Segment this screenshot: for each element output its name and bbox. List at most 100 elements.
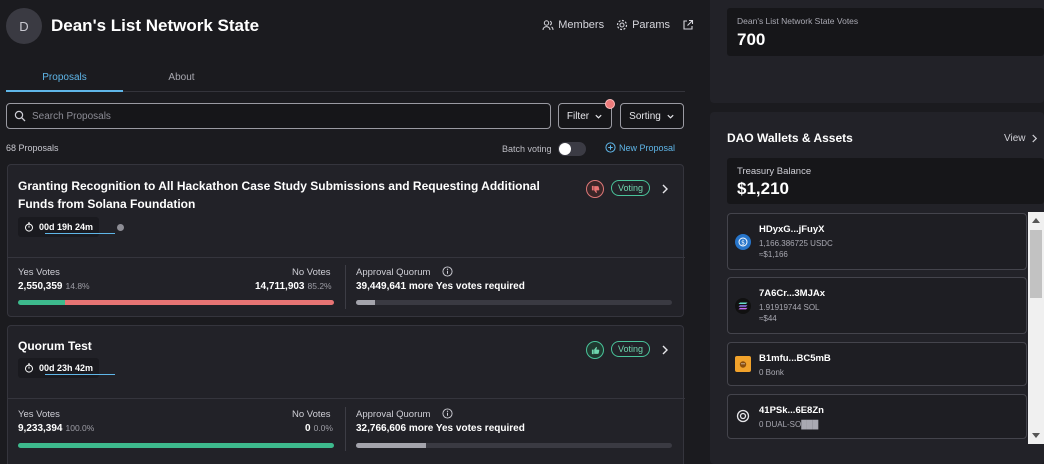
thumbs-down-icon <box>586 180 604 198</box>
yes-votes-bar <box>18 443 334 448</box>
no-votes-label: No Votes <box>292 409 331 420</box>
vote-split-bar <box>18 443 334 448</box>
no-votes-value: 14,711,903 85.2% <box>255 281 332 292</box>
treasury-card: Treasury Balance $1,210 <box>727 158 1044 204</box>
wallet-asset-item[interactable]: 7A6Cr...3MJAx 1.91919744 SOL ≈$44 <box>727 277 1027 334</box>
yes-votes-label: Yes Votes <box>18 267 60 278</box>
approval-quorum-label: Approval Quorum <box>356 267 431 278</box>
no-votes-percent: 85.2% <box>307 281 332 291</box>
yes-votes-percent: 14.8% <box>65 281 90 291</box>
toggle-knob <box>558 143 571 155</box>
yes-votes-value: 9,233,394 100.0% <box>18 423 94 434</box>
filter-button[interactable]: Filter <box>558 99 615 129</box>
proposal-count: 68 Proposals <box>6 143 59 153</box>
search-input[interactable] <box>32 110 532 122</box>
column-divider <box>345 407 346 451</box>
view-wallets-button[interactable]: View <box>1004 133 1038 144</box>
dual-icon <box>735 408 751 424</box>
external-link-icon <box>683 19 694 30</box>
wallet-asset-item[interactable]: $ HDyxG...jFuyX 1,166.386725 USDC ≈$1,16… <box>727 213 1027 270</box>
asset-wallet-name: B1mfu...BC5mB <box>759 353 831 364</box>
no-votes-count: 0 <box>305 423 311 434</box>
no-votes-percent: 0.0% <box>313 423 333 433</box>
assets-scrollbar[interactable] <box>1028 212 1044 444</box>
asset-wallet-name: 41PSk...6E8Zn <box>759 405 824 416</box>
no-votes-value: 0 0.0% <box>305 423 333 434</box>
treasury-value: $1,210 <box>737 179 789 198</box>
wallets-panel: DAO Wallets & Assets View Treasury Balan… <box>710 112 1044 464</box>
stopwatch-icon <box>25 363 33 373</box>
countdown-timer: 00d 19h 24m <box>18 217 115 237</box>
proposal-title-line: Granting Recognition to All Hackathon Ca… <box>18 179 540 193</box>
votes-panel: Dean's List Network State Votes 700 <box>710 0 1044 103</box>
countdown-timer: 00d 23h 42m <box>18 358 115 378</box>
vote-split-bar <box>18 300 334 305</box>
new-proposal-button[interactable]: New Proposal <box>605 142 675 153</box>
search-icon <box>14 110 26 122</box>
scroll-up-arrow-icon[interactable] <box>1032 218 1040 223</box>
sorting-label: Sorting <box>629 110 661 122</box>
asset-amount: 0 DUAL-SO███ <box>759 420 819 429</box>
sidebar: Dean's List Network State Votes 700 DAO … <box>710 0 1044 464</box>
chevron-down-icon <box>595 114 602 119</box>
yes-votes-label: Yes Votes <box>18 409 60 420</box>
usdc-icon: $ <box>735 234 751 250</box>
no-votes-label: No Votes <box>292 267 331 278</box>
wallets-title: DAO Wallets & Assets <box>727 131 853 145</box>
proposal-tabs: Proposals About <box>6 66 685 92</box>
yes-votes-value: 2,550,359 14.8% <box>18 281 90 292</box>
batch-voting-toggle[interactable] <box>557 142 586 156</box>
dao-avatar: D <box>6 8 42 44</box>
no-votes-bar <box>64 300 334 305</box>
main-panel: D Dean's List Network State Members Para… <box>0 0 700 464</box>
quorum-progress-fill <box>356 443 426 448</box>
quorum-progress-bar <box>356 300 672 305</box>
params-button[interactable]: Params <box>616 19 670 31</box>
yes-votes-count: 2,550,359 <box>18 281 63 292</box>
scroll-thumb[interactable] <box>1030 230 1042 298</box>
info-icon[interactable] <box>442 266 453 277</box>
tab-about[interactable]: About <box>123 72 240 83</box>
members-button[interactable]: Members <box>542 19 604 31</box>
asset-amount: 1.91919744 SOL <box>759 303 820 312</box>
view-label: View <box>1004 133 1026 144</box>
votes-card: Dean's List Network State Votes 700 <box>727 8 1044 56</box>
external-link-button[interactable] <box>682 19 694 31</box>
params-label: Params <box>632 19 670 31</box>
asset-wallet-name: 7A6Cr...3MJAx <box>759 288 826 299</box>
batch-voting: Batch voting <box>502 142 586 156</box>
proposal-title-line: Funds from Solana Foundation <box>18 197 196 211</box>
header-actions: Members Params <box>542 19 694 31</box>
proposal-card[interactable]: Quorum Test Voting 00d 23h 42m Yes Votes… <box>7 325 685 464</box>
timer-progress <box>45 233 115 234</box>
proposal-card[interactable]: Granting Recognition to All Hackathon Ca… <box>7 164 685 317</box>
asset-wallet-name: HDyxG...jFuyX <box>759 224 825 235</box>
chevron-right-icon[interactable] <box>661 345 669 355</box>
quorum-remaining: 32,766,606 more Yes votes required <box>356 423 525 434</box>
timer-value: 00d 23h 42m <box>39 363 94 373</box>
chevron-right-icon[interactable] <box>661 184 669 194</box>
tab-proposals[interactable]: Proposals <box>6 72 123 83</box>
sorting-button[interactable]: Sorting <box>620 103 684 129</box>
no-votes-count: 14,711,903 <box>255 281 305 292</box>
scroll-down-arrow-icon[interactable] <box>1032 433 1040 438</box>
gear-icon <box>616 19 628 31</box>
plus-circle-icon <box>605 142 616 153</box>
new-proposal-label: New Proposal <box>619 142 676 153</box>
wallet-asset-item[interactable]: B1mfu...BC5mB 0 Bonk <box>727 342 1027 386</box>
bonk-icon <box>735 356 751 372</box>
asset-usd-value: ≈$1,166 <box>759 250 788 259</box>
filter-active-badge <box>605 99 615 109</box>
asset-usd-value: ≈$44 <box>759 314 777 323</box>
info-icon[interactable] <box>442 408 453 419</box>
wallet-asset-item[interactable]: 41PSk...6E8Zn 0 DUAL-SO███ <box>727 394 1027 439</box>
yes-votes-bar <box>18 300 65 305</box>
page-title: Dean's List Network State <box>51 16 260 35</box>
proposal-title: Granting Recognition to All Hackathon Ca… <box>18 177 540 213</box>
info-icon[interactable] <box>117 224 124 231</box>
column-divider <box>345 265 346 309</box>
proposal-title: Quorum Test <box>18 337 92 355</box>
solana-icon <box>735 298 751 314</box>
dao-header: D Dean's List Network State Members Para… <box>6 6 696 46</box>
yes-votes-percent: 100.0% <box>65 423 95 433</box>
